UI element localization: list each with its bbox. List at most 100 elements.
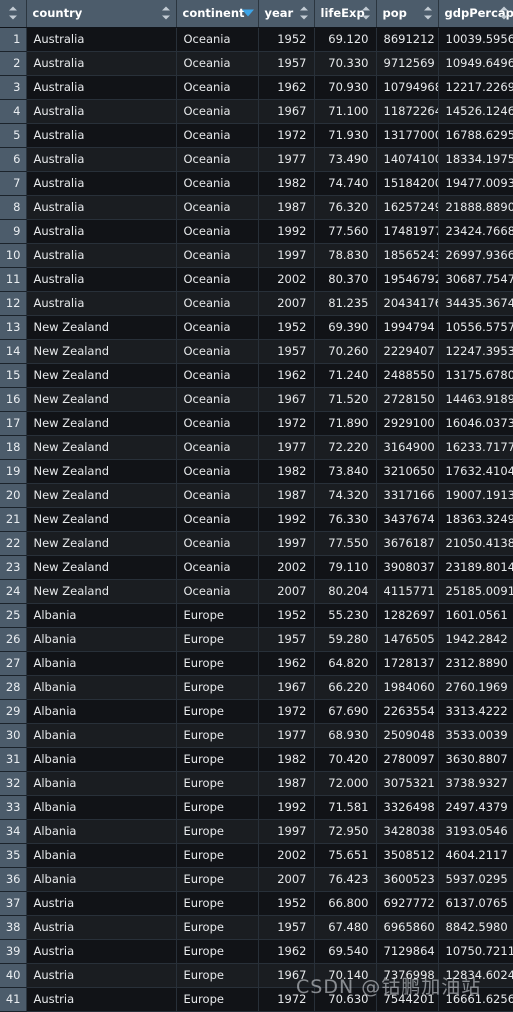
- cell-country[interactable]: New Zealand: [26, 483, 176, 507]
- sort-both-icon[interactable]: [9, 7, 18, 20]
- cell-pop[interactable]: 8691212: [376, 27, 438, 51]
- cell-country[interactable]: Australia: [26, 219, 176, 243]
- cell-pop[interactable]: 11872264: [376, 99, 438, 123]
- cell-gdppercap[interactable]: 12247.3953: [438, 339, 513, 363]
- cell-year[interactable]: 1952: [258, 315, 314, 339]
- cell-year[interactable]: 1977: [258, 435, 314, 459]
- cell-year[interactable]: 1972: [258, 699, 314, 723]
- cell-country[interactable]: Australia: [26, 195, 176, 219]
- cell-year[interactable]: 1962: [258, 939, 314, 963]
- row-number[interactable]: 31: [0, 747, 26, 771]
- cell-pop[interactable]: 1728137: [376, 651, 438, 675]
- column-header-rownum[interactable]: [0, 0, 26, 27]
- cell-pop[interactable]: 3437674: [376, 507, 438, 531]
- cell-continent[interactable]: Oceania: [176, 195, 258, 219]
- cell-continent[interactable]: Europe: [176, 867, 258, 891]
- cell-gdppercap[interactable]: 17632.4104: [438, 459, 513, 483]
- cell-pop[interactable]: 2229407: [376, 339, 438, 363]
- table-row[interactable]: 38AustriaEurope195767.48069658608842.598…: [0, 915, 513, 939]
- cell-gdppercap[interactable]: 34435.3674: [438, 291, 513, 315]
- cell-year[interactable]: 1982: [258, 459, 314, 483]
- cell-lifeexp[interactable]: 71.240: [314, 363, 376, 387]
- column-header-lifeexp[interactable]: lifeExp: [314, 0, 376, 27]
- cell-lifeexp[interactable]: 72.220: [314, 435, 376, 459]
- row-number[interactable]: 5: [0, 123, 26, 147]
- table-row[interactable]: 26AlbaniaEurope195759.28014765051942.284…: [0, 627, 513, 651]
- cell-country[interactable]: Albania: [26, 771, 176, 795]
- cell-lifeexp[interactable]: 69.120: [314, 27, 376, 51]
- cell-gdppercap[interactable]: 3630.8807: [438, 747, 513, 771]
- cell-pop[interactable]: 2780097: [376, 747, 438, 771]
- sort-both-icon[interactable]: [499, 7, 508, 20]
- cell-continent[interactable]: Europe: [176, 987, 258, 1011]
- cell-year[interactable]: 1987: [258, 483, 314, 507]
- cell-continent[interactable]: Europe: [176, 915, 258, 939]
- cell-continent[interactable]: Oceania: [176, 171, 258, 195]
- row-number[interactable]: 22: [0, 531, 26, 555]
- cell-pop[interactable]: 9712569: [376, 51, 438, 75]
- cell-country[interactable]: Austria: [26, 987, 176, 1011]
- cell-pop[interactable]: 19546792: [376, 267, 438, 291]
- cell-continent[interactable]: Europe: [176, 891, 258, 915]
- cell-gdppercap[interactable]: 10039.5956: [438, 27, 513, 51]
- cell-pop[interactable]: 7129864: [376, 939, 438, 963]
- cell-pop[interactable]: 6965860: [376, 915, 438, 939]
- cell-pop[interactable]: 3508512: [376, 843, 438, 867]
- table-row[interactable]: 29AlbaniaEurope197267.69022635543313.422…: [0, 699, 513, 723]
- cell-year[interactable]: 1967: [258, 387, 314, 411]
- row-number[interactable]: 11: [0, 267, 26, 291]
- cell-gdppercap[interactable]: 14526.1246: [438, 99, 513, 123]
- cell-gdppercap[interactable]: 1942.2842: [438, 627, 513, 651]
- cell-country[interactable]: Austria: [26, 915, 176, 939]
- row-number[interactable]: 10: [0, 243, 26, 267]
- cell-pop[interactable]: 2263554: [376, 699, 438, 723]
- cell-year[interactable]: 1962: [258, 651, 314, 675]
- cell-pop[interactable]: 1282697: [376, 603, 438, 627]
- cell-country[interactable]: Albania: [26, 867, 176, 891]
- table-row[interactable]: 7AustraliaOceania198274.7401518420019477…: [0, 171, 513, 195]
- cell-year[interactable]: 1992: [258, 507, 314, 531]
- row-number[interactable]: 9: [0, 219, 26, 243]
- cell-lifeexp[interactable]: 71.930: [314, 123, 376, 147]
- cell-lifeexp[interactable]: 71.520: [314, 387, 376, 411]
- cell-gdppercap[interactable]: 6137.0765: [438, 891, 513, 915]
- cell-pop[interactable]: 2929100: [376, 411, 438, 435]
- cell-lifeexp[interactable]: 70.630: [314, 987, 376, 1011]
- cell-country[interactable]: New Zealand: [26, 339, 176, 363]
- table-row[interactable]: 35AlbaniaEurope200275.65135085124604.211…: [0, 843, 513, 867]
- table-row[interactable]: 19New ZealandOceania198273.8403210650176…: [0, 459, 513, 483]
- cell-pop[interactable]: 6927772: [376, 891, 438, 915]
- cell-gdppercap[interactable]: 10949.6496: [438, 51, 513, 75]
- table-row[interactable]: 9AustraliaOceania199277.5601748197723424…: [0, 219, 513, 243]
- cell-continent[interactable]: Europe: [176, 819, 258, 843]
- cell-country[interactable]: New Zealand: [26, 435, 176, 459]
- cell-gdppercap[interactable]: 18334.1975: [438, 147, 513, 171]
- cell-lifeexp[interactable]: 72.000: [314, 771, 376, 795]
- cell-country[interactable]: New Zealand: [26, 579, 176, 603]
- column-header-pop[interactable]: pop: [376, 0, 438, 27]
- cell-year[interactable]: 2002: [258, 267, 314, 291]
- row-number[interactable]: 7: [0, 171, 26, 195]
- cell-country[interactable]: Albania: [26, 603, 176, 627]
- cell-pop[interactable]: 7376998: [376, 963, 438, 987]
- cell-gdppercap[interactable]: 5937.0295: [438, 867, 513, 891]
- cell-gdppercap[interactable]: 23424.7668: [438, 219, 513, 243]
- table-row[interactable]: 21New ZealandOceania199276.3303437674183…: [0, 507, 513, 531]
- cell-pop[interactable]: 3428038: [376, 819, 438, 843]
- cell-continent[interactable]: Oceania: [176, 291, 258, 315]
- cell-gdppercap[interactable]: 23189.8014: [438, 555, 513, 579]
- cell-continent[interactable]: Europe: [176, 939, 258, 963]
- row-number[interactable]: 3: [0, 75, 26, 99]
- table-row[interactable]: 40AustriaEurope196770.140737699812834.60…: [0, 963, 513, 987]
- cell-continent[interactable]: Oceania: [176, 339, 258, 363]
- table-row[interactable]: 24New ZealandOceania200780.2044115771251…: [0, 579, 513, 603]
- cell-lifeexp[interactable]: 77.560: [314, 219, 376, 243]
- cell-lifeexp[interactable]: 70.260: [314, 339, 376, 363]
- cell-lifeexp[interactable]: 81.235: [314, 291, 376, 315]
- cell-pop[interactable]: 3075321: [376, 771, 438, 795]
- cell-continent[interactable]: Oceania: [176, 483, 258, 507]
- table-row[interactable]: 31AlbaniaEurope198270.42027800973630.880…: [0, 747, 513, 771]
- cell-continent[interactable]: Europe: [176, 675, 258, 699]
- cell-continent[interactable]: Oceania: [176, 243, 258, 267]
- cell-country[interactable]: Australia: [26, 291, 176, 315]
